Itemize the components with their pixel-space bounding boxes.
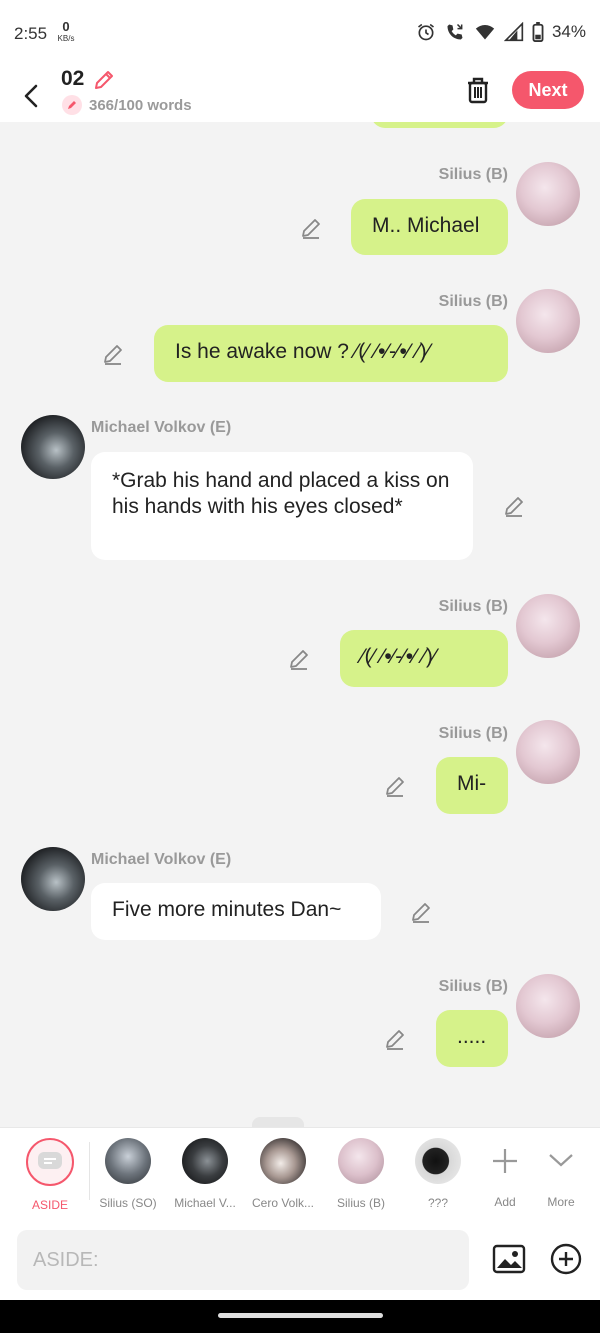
aside-avatar	[26, 1138, 74, 1186]
character-label: Silius (B)	[336, 1196, 385, 1210]
edit-message-icon[interactable]	[383, 774, 407, 798]
edit-message-icon[interactable]	[409, 900, 433, 924]
scroll-handle[interactable]	[252, 1117, 304, 1127]
character-label: Silius (SO)	[99, 1196, 157, 1210]
avatar[interactable]	[516, 720, 580, 784]
plus-icon	[493, 1149, 517, 1173]
word-count-pencil-icon	[62, 95, 82, 115]
chat-area[interactable]: Silius (B) M.. Michael Silius (B) Is he …	[0, 122, 600, 1127]
character-cero-volk[interactable]: Cero Volk...	[245, 1138, 321, 1210]
signal-icon	[503, 22, 524, 42]
character-unknown[interactable]: ???	[400, 1138, 476, 1210]
edit-message-icon[interactable]	[101, 342, 125, 366]
message-text: Five more minutes Dan~	[112, 898, 342, 921]
partial-bubble	[371, 122, 508, 128]
message-bubble[interactable]: Mi-	[436, 757, 508, 814]
navigation-bar	[0, 1300, 600, 1333]
edit-title-icon[interactable]	[92, 68, 116, 92]
character-bar: ASIDE Silius (SO) Michael V... Cero Volk…	[0, 1127, 600, 1220]
chapter-title[interactable]: 02	[61, 67, 84, 91]
avatar	[105, 1138, 151, 1184]
avatar[interactable]	[21, 415, 85, 479]
network-speed-unit: KB/s	[57, 34, 75, 43]
message-text: Mi-	[457, 772, 487, 795]
character-silius-b[interactable]: Silius (B)	[323, 1138, 399, 1210]
next-button[interactable]: Next	[512, 71, 584, 109]
edit-message-icon[interactable]	[383, 1027, 407, 1051]
message-text: .....	[457, 1025, 487, 1048]
network-speed: 0 KB/s	[56, 20, 76, 43]
back-arrow-icon[interactable]	[18, 78, 46, 114]
character-label: Cero Volk...	[251, 1196, 315, 1210]
add-circle-icon[interactable]	[549, 1242, 583, 1276]
chat-bubble-icon	[38, 1152, 62, 1169]
edit-message-icon[interactable]	[287, 647, 311, 671]
message-text: *Grab his hand and placed a kiss on his …	[112, 469, 450, 518]
character-label: ???	[427, 1196, 449, 1210]
input-bar	[0, 1220, 600, 1300]
message-text: ⁄(⁄ ⁄•⁄-⁄•⁄ ⁄)⁄	[361, 645, 437, 668]
header: 02 366/100 words Next	[0, 67, 600, 122]
image-icon[interactable]	[492, 1242, 526, 1276]
call-icon	[447, 23, 463, 40]
character-label: ASIDE	[31, 1198, 68, 1212]
character-michael-v[interactable]: Michael V...	[167, 1138, 243, 1210]
message-bubble[interactable]: *Grab his hand and placed a kiss on his …	[91, 452, 473, 560]
avatar	[338, 1138, 384, 1184]
character-silius-so[interactable]: Silius (SO)	[90, 1138, 166, 1210]
avatar[interactable]	[516, 289, 580, 353]
battery-icon	[532, 22, 544, 42]
word-count: 366/100 words	[89, 97, 192, 114]
avatar[interactable]	[516, 162, 580, 226]
sender-name: Silius (B)	[438, 293, 508, 310]
sender-name: Silius (B)	[438, 598, 508, 615]
sender-name: Silius (B)	[438, 166, 508, 183]
character-aside[interactable]: ASIDE	[12, 1138, 88, 1212]
edit-message-icon[interactable]	[502, 494, 526, 518]
alarm-icon	[417, 23, 434, 41]
message-bubble[interactable]: ⁄(⁄ ⁄•⁄-⁄•⁄ ⁄)⁄	[340, 630, 508, 687]
avatar[interactable]	[516, 974, 580, 1038]
home-indicator[interactable]	[218, 1313, 383, 1318]
sender-name: Michael Volkov (E)	[91, 419, 232, 436]
message-text: M.. Michael	[372, 214, 480, 237]
avatar[interactable]	[21, 847, 85, 911]
avatar[interactable]	[516, 594, 580, 658]
avatar	[260, 1138, 306, 1184]
aside-input[interactable]	[17, 1230, 469, 1290]
more-button[interactable]: More	[523, 1138, 599, 1209]
status-time: 2:55	[14, 24, 48, 43]
battery-percent: 34%	[551, 22, 586, 41]
sender-name: Silius (B)	[438, 725, 508, 742]
message-bubble[interactable]: M.. Michael	[351, 199, 508, 255]
sender-name: Silius (B)	[438, 978, 508, 995]
character-label: Michael V...	[174, 1196, 236, 1210]
wifi-icon	[475, 25, 495, 40]
chevron-down-icon	[549, 1154, 573, 1167]
network-speed-value: 0	[62, 19, 70, 34]
edit-message-icon[interactable]	[299, 216, 323, 240]
sender-name: Michael Volkov (E)	[91, 851, 232, 868]
trash-icon[interactable]	[464, 75, 492, 105]
message-bubble[interactable]: Five more minutes Dan~	[91, 883, 381, 940]
message-bubble[interactable]: Is he awake now ? ⁄(⁄ ⁄•⁄-⁄•⁄ ⁄)⁄	[154, 325, 508, 382]
message-text: Is he awake now ? ⁄(⁄ ⁄•⁄-⁄•⁄ ⁄)⁄	[175, 340, 431, 363]
status-bar: 2:55 0 KB/s 34%	[0, 0, 600, 70]
avatar	[182, 1138, 228, 1184]
more-label: More	[547, 1195, 575, 1209]
message-bubble[interactable]: .....	[436, 1010, 508, 1067]
avatar	[415, 1138, 461, 1184]
status-icons: 34%	[416, 22, 586, 42]
